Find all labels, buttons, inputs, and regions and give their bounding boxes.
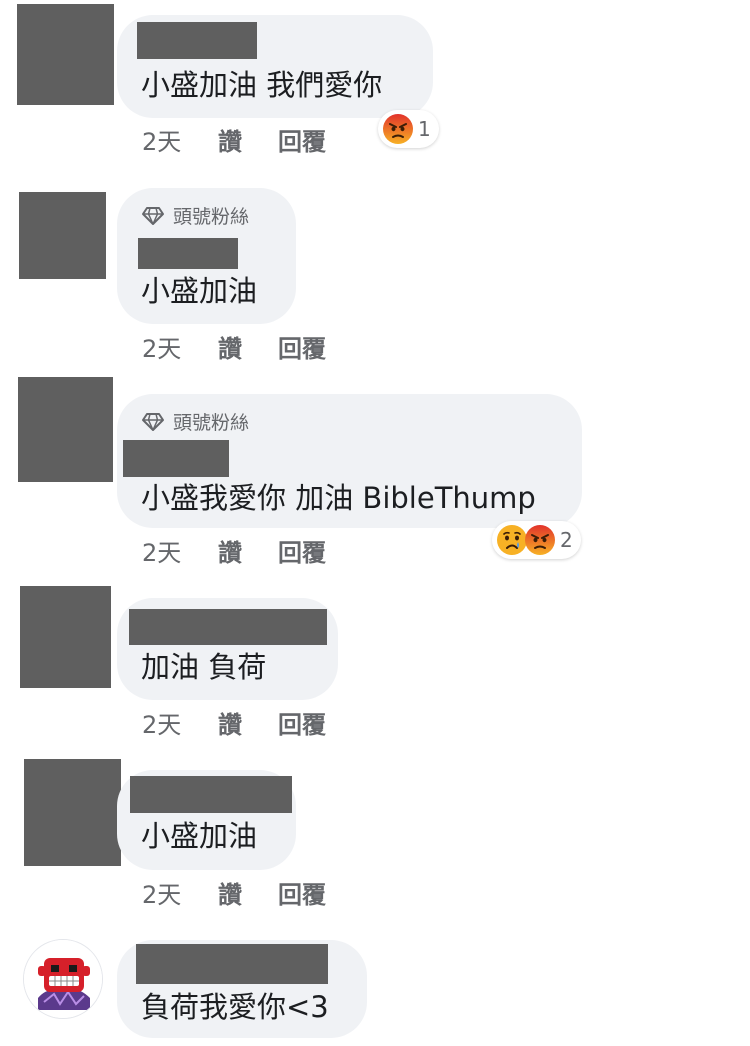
redacted-author-name[interactable] <box>123 440 229 477</box>
timestamp[interactable]: 2天 <box>142 875 218 910</box>
timestamp[interactable]: 2天 <box>142 329 218 364</box>
comment-actions: 2天 讚 回覆 <box>142 705 326 740</box>
redacted-author-name[interactable] <box>129 609 327 645</box>
avatar[interactable] <box>24 759 121 866</box>
timestamp[interactable]: 2天 <box>142 705 218 740</box>
comment-actions: 2天 讚 回覆 <box>142 122 326 157</box>
reaction-summary[interactable]: 2 <box>492 521 581 559</box>
diamond-icon <box>142 412 164 431</box>
redacted-author-name[interactable] <box>136 944 328 984</box>
reaction-count: 1 <box>418 117 431 141</box>
like-button[interactable]: 讚 <box>218 875 278 910</box>
avatar[interactable] <box>19 192 106 279</box>
avatar[interactable] <box>17 4 114 105</box>
badge-label: 頭號粉絲 <box>173 412 250 434</box>
comment-text: 加油 負荷 <box>141 650 267 684</box>
character-avatar-icon <box>24 940 102 1018</box>
reply-button[interactable]: 回覆 <box>278 533 326 568</box>
reply-button[interactable]: 回覆 <box>278 122 326 157</box>
like-button[interactable]: 讚 <box>218 533 278 568</box>
comment-text: 負荷我愛你<3 <box>141 990 329 1024</box>
reply-button[interactable]: 回覆 <box>278 705 326 740</box>
comment-text: 小盛加油 我們愛你 <box>141 68 383 102</box>
timestamp[interactable]: 2天 <box>142 533 218 568</box>
like-button[interactable]: 讚 <box>218 122 278 157</box>
reply-button[interactable]: 回覆 <box>278 329 326 364</box>
reaction-summary[interactable]: 1 <box>378 110 439 148</box>
comment-actions: 2天 讚 回覆 <box>142 875 326 910</box>
timestamp[interactable]: 2天 <box>142 122 218 157</box>
reaction-count: 2 <box>560 528 573 552</box>
comment-actions: 2天 讚 回覆 <box>142 329 326 364</box>
comment-text: 小盛我愛你 加油 BibleThump <box>141 481 536 515</box>
comment-text: 小盛加油 <box>141 819 258 853</box>
top-fan-badge: 頭號粉絲 <box>141 408 249 435</box>
comment-bubble: 小盛加油 <box>117 770 296 870</box>
like-button[interactable]: 讚 <box>218 705 278 740</box>
avatar[interactable] <box>23 939 103 1019</box>
comment-bubble: 負荷我愛你<3 <box>117 940 367 1038</box>
avatar[interactable] <box>20 586 111 688</box>
diamond-icon <box>142 206 164 225</box>
redacted-author-name[interactable] <box>137 22 257 59</box>
comment-text: 小盛加油 <box>141 274 258 308</box>
comment-actions: 2天 讚 回覆 <box>142 533 326 568</box>
reply-button[interactable]: 回覆 <box>278 875 326 910</box>
comment-bubble: 加油 負荷 <box>117 598 338 700</box>
comment-bubble: 小盛加油 我們愛你 <box>117 15 433 118</box>
comment-bubble: 頭號粉絲 小盛我愛你 加油 BibleThump <box>117 394 582 528</box>
like-button[interactable]: 讚 <box>218 329 278 364</box>
redacted-author-name[interactable] <box>138 238 238 269</box>
comment-bubble: 頭號粉絲 小盛加油 <box>117 188 296 324</box>
angry-emoji-icon <box>525 525 555 555</box>
avatar[interactable] <box>18 377 113 482</box>
redacted-author-name[interactable] <box>130 776 292 813</box>
angry-emoji-icon <box>383 114 413 144</box>
badge-label: 頭號粉絲 <box>173 206 250 228</box>
top-fan-badge: 頭號粉絲 <box>141 202 249 229</box>
